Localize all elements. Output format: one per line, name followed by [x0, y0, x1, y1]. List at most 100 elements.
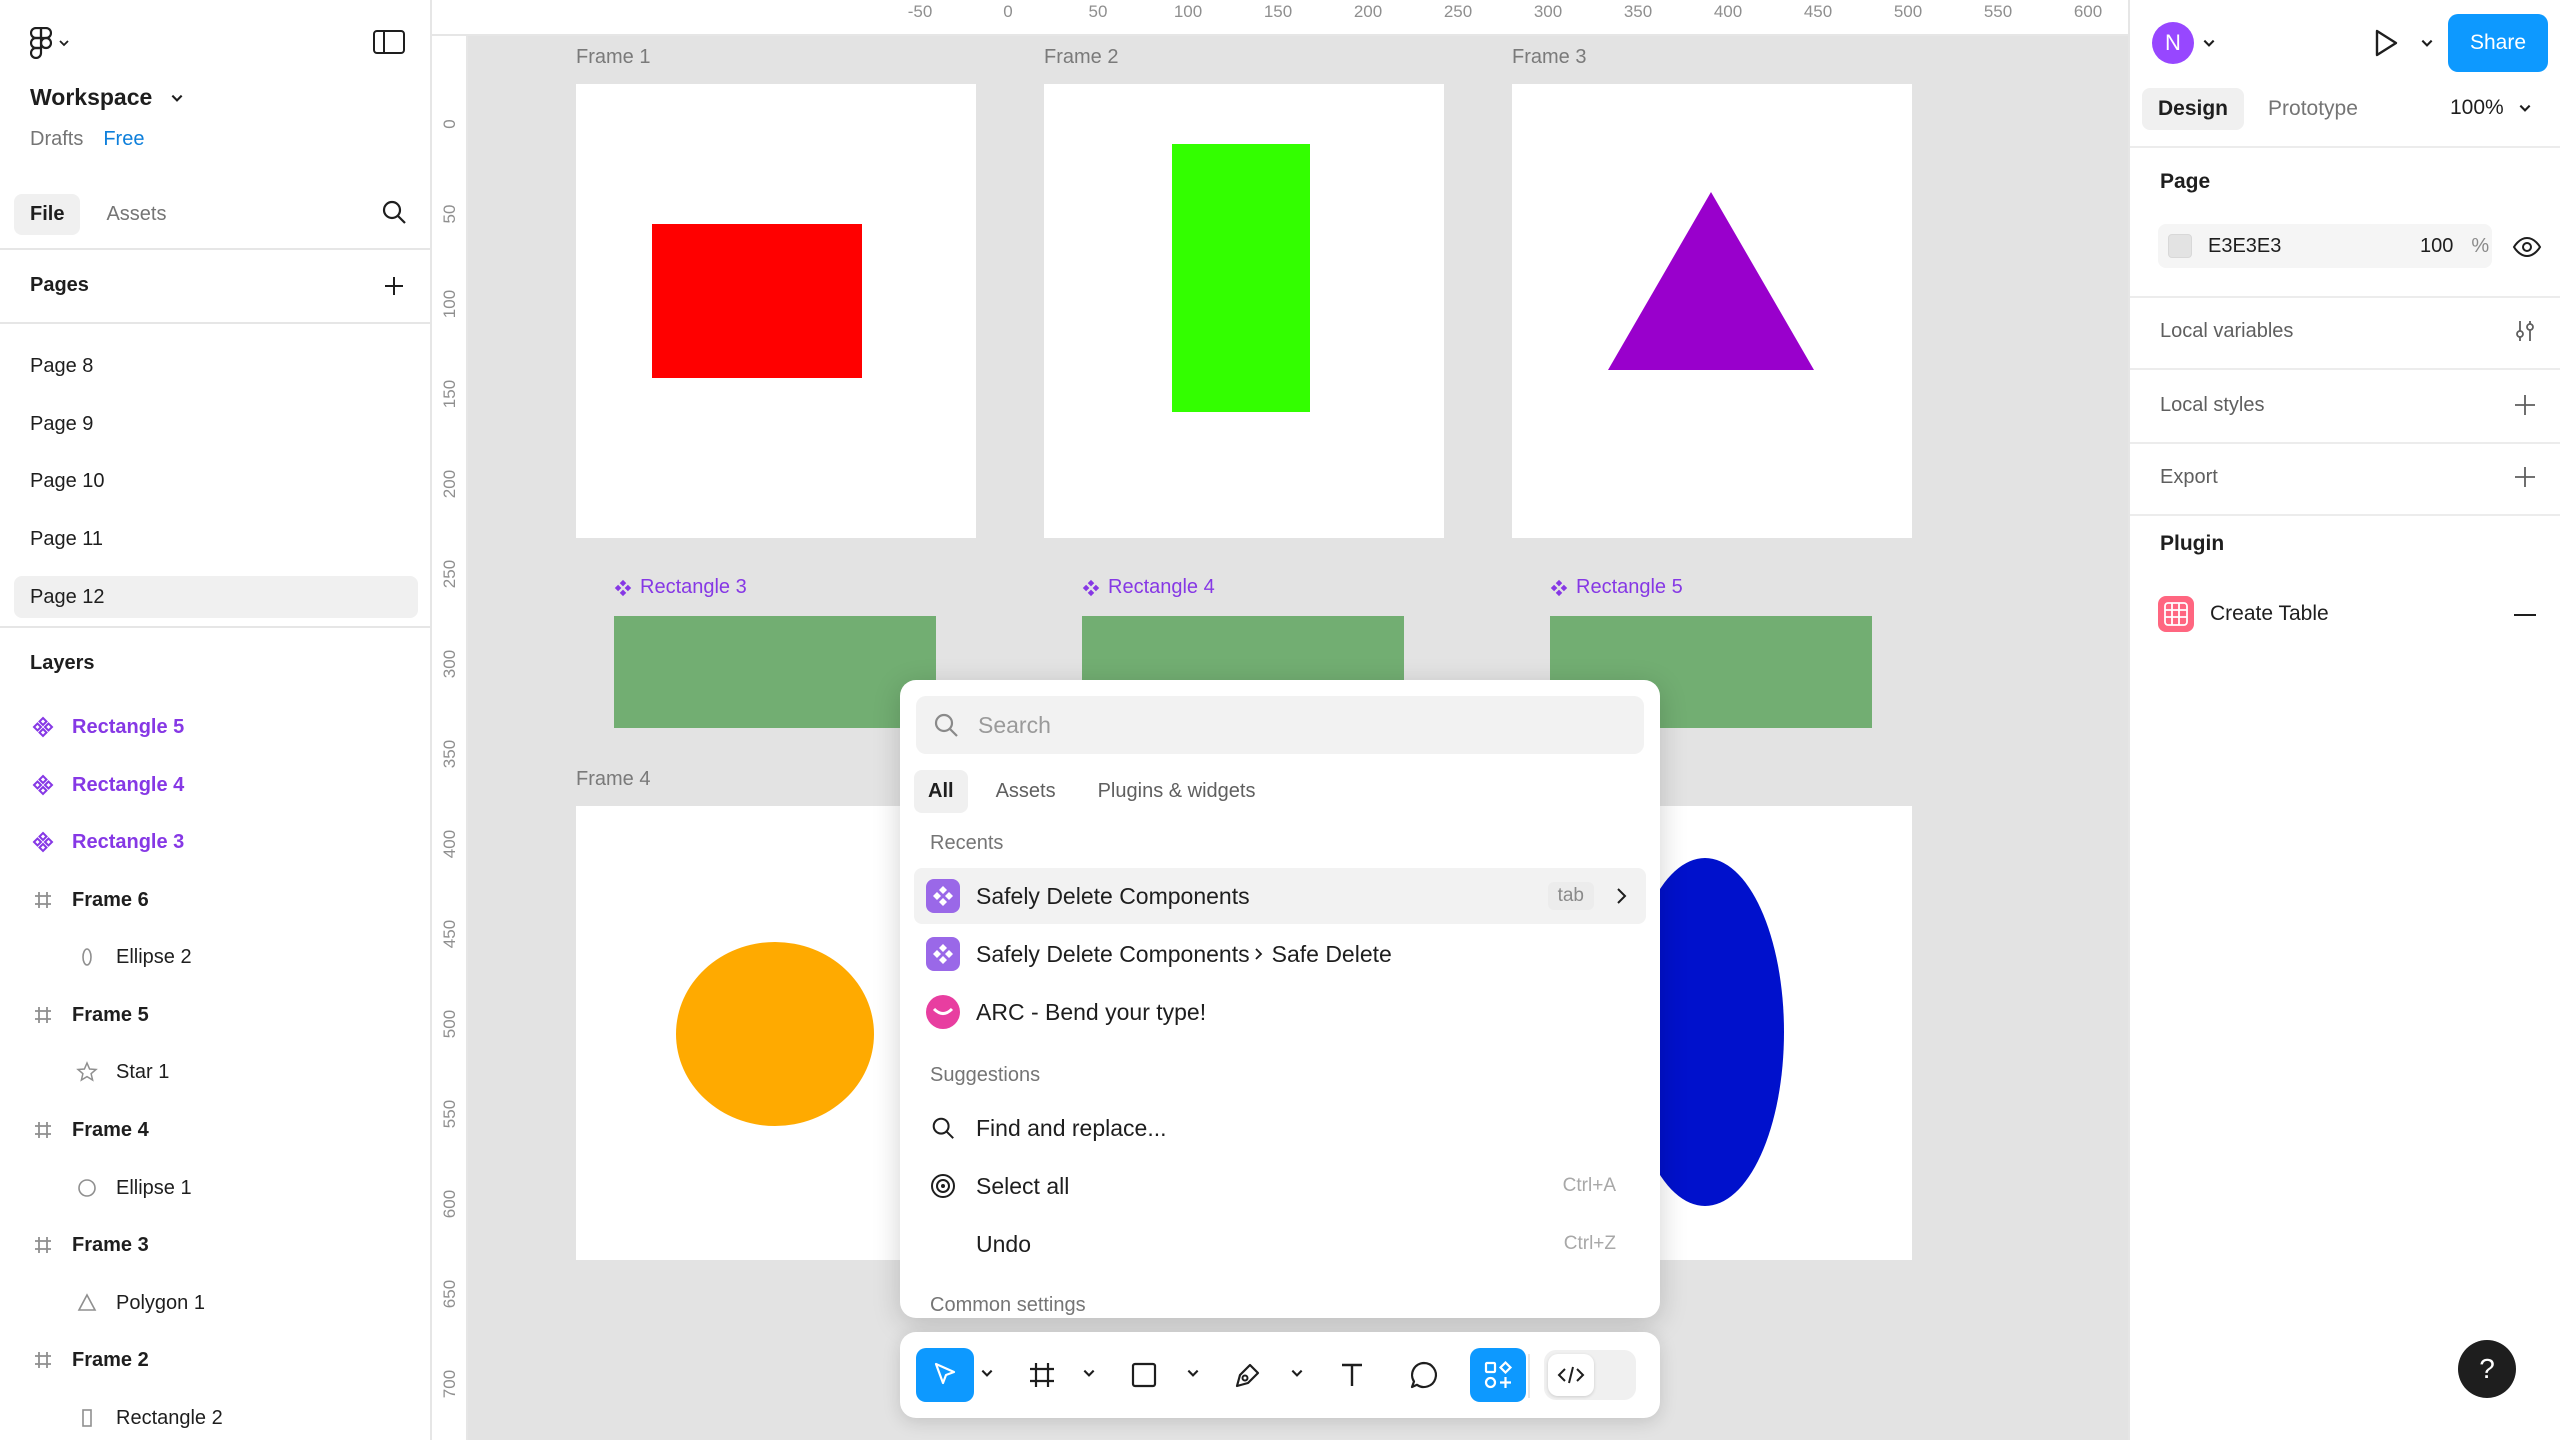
- layer-row[interactable]: Rectangle 3: [30, 822, 184, 862]
- drafts-link[interactable]: Drafts: [30, 128, 83, 151]
- chevron-down-icon[interactable]: [1082, 1366, 1096, 1380]
- layer-label: Rectangle 5: [72, 715, 185, 738]
- add-page-icon[interactable]: [382, 274, 406, 298]
- chevron-down-icon[interactable]: [2202, 36, 2216, 50]
- move-tool-button[interactable]: [916, 1348, 974, 1402]
- ruler-vertical: 0 50 100 150 200 250 300 350 400 450 500…: [432, 36, 468, 1440]
- purple-polygon[interactable]: [1608, 192, 1814, 372]
- frame-label[interactable]: Frame 3: [1512, 46, 1586, 69]
- suggestion-item[interactable]: Select all Ctrl+A: [914, 1158, 1646, 1214]
- pen-tool-button[interactable]: [1224, 1348, 1272, 1402]
- component-icon: [1082, 579, 1100, 596]
- page-heading: Page: [2160, 170, 2211, 193]
- add-export-icon[interactable]: [2512, 464, 2538, 490]
- layer-row[interactable]: Star 1: [74, 1052, 169, 1092]
- layer-row[interactable]: Rectangle 4: [30, 765, 184, 805]
- recent-item-sublabel: Safe Delete: [1271, 940, 1392, 967]
- share-button[interactable]: Share: [2448, 14, 2548, 72]
- recent-item[interactable]: Safely Delete Components tab: [914, 868, 1646, 924]
- layer-row[interactable]: Polygon 1: [74, 1283, 205, 1323]
- component-rectangle-3[interactable]: [614, 616, 936, 728]
- layer-row[interactable]: Ellipse 2: [74, 937, 192, 977]
- page-item[interactable]: Page 11: [14, 518, 418, 560]
- layer-row[interactable]: Frame 4: [30, 1110, 149, 1150]
- tab-design[interactable]: Design: [2142, 88, 2245, 130]
- ruler-tick: 50: [1088, 2, 1108, 21]
- ruler-tick: 550: [440, 1099, 459, 1129]
- ruler-tick: 500: [1893, 2, 1923, 21]
- plugin-row[interactable]: Create Table: [2158, 596, 2329, 632]
- suggestion-item[interactable]: Find and replace...: [914, 1100, 1646, 1156]
- tab-plugins-widgets[interactable]: Plugins & widgets: [1084, 770, 1270, 813]
- quick-actions-search[interactable]: [916, 696, 1644, 754]
- export-row[interactable]: Export: [2160, 466, 2218, 489]
- suggestion-item[interactable]: Undo Ctrl+Z: [914, 1216, 1646, 1272]
- frame-label[interactable]: Frame 1: [576, 46, 650, 69]
- layer-row[interactable]: Rectangle 5: [30, 707, 184, 747]
- layer-row[interactable]: Frame 5: [30, 995, 149, 1035]
- plan-badge[interactable]: Free: [103, 128, 144, 151]
- page-color-hex[interactable]: E3E3E3: [2208, 235, 2408, 258]
- red-rectangle[interactable]: [652, 224, 862, 378]
- blank-icon: [926, 1227, 960, 1261]
- collapse-plugin-icon[interactable]: [2514, 614, 2536, 616]
- green-rectangle[interactable]: [1172, 144, 1310, 412]
- ruler-tick: 0: [1003, 2, 1013, 21]
- actions-button[interactable]: [1470, 1348, 1526, 1402]
- chevron-down-icon[interactable]: [1290, 1366, 1304, 1380]
- tab-all[interactable]: All: [914, 770, 968, 813]
- color-swatch[interactable]: [2168, 234, 2192, 258]
- avatar[interactable]: N: [2152, 22, 2194, 64]
- layer-row[interactable]: Frame 2: [30, 1340, 149, 1380]
- page-item[interactable]: Page 8: [14, 345, 418, 387]
- add-style-icon[interactable]: [2512, 392, 2538, 418]
- component-label[interactable]: Rectangle 3: [614, 576, 747, 599]
- play-icon[interactable]: [2368, 26, 2402, 60]
- chevron-down-icon[interactable]: [2420, 36, 2434, 50]
- frame-2[interactable]: [1044, 84, 1444, 538]
- local-styles-row[interactable]: Local styles: [2160, 394, 2265, 417]
- sidebar-toggle-icon[interactable]: [372, 28, 406, 56]
- page-opacity[interactable]: 100: [2420, 235, 2453, 258]
- tab-file[interactable]: File: [14, 194, 81, 235]
- frame-label[interactable]: Frame 2: [1044, 46, 1118, 69]
- chevron-down-icon[interactable]: [1186, 1366, 1200, 1380]
- chevron-down-icon[interactable]: [980, 1366, 994, 1380]
- frame-label[interactable]: Frame 4: [576, 768, 650, 791]
- frame-1[interactable]: [576, 84, 976, 538]
- workspace-title[interactable]: Workspace: [30, 84, 184, 111]
- text-tool-button[interactable]: [1328, 1348, 1376, 1402]
- page-item-selected[interactable]: Page 12: [14, 576, 418, 618]
- page-item[interactable]: Page 9: [14, 403, 418, 445]
- layer-row[interactable]: Ellipse 1: [74, 1168, 192, 1208]
- page-item[interactable]: Page 10: [14, 460, 418, 502]
- search-icon[interactable]: [380, 198, 408, 226]
- comment-tool-button[interactable]: [1400, 1348, 1448, 1402]
- layer-row[interactable]: Frame 3: [30, 1225, 149, 1265]
- layer-row[interactable]: Frame 6: [30, 880, 149, 920]
- tab-assets[interactable]: Assets: [982, 770, 1070, 813]
- component-label[interactable]: Rectangle 5: [1550, 576, 1683, 599]
- page-color-field[interactable]: E3E3E3 100 %: [2158, 224, 2492, 268]
- frame-icon: [1030, 1363, 1054, 1387]
- tab-assets[interactable]: Assets: [90, 194, 182, 235]
- tab-prototype[interactable]: Prototype: [2252, 88, 2374, 130]
- frame-tool-button[interactable]: [1018, 1348, 1066, 1402]
- dev-mode-toggle[interactable]: [1544, 1350, 1636, 1400]
- help-button[interactable]: ?: [2458, 1340, 2516, 1398]
- zoom-dropdown[interactable]: 100%: [2450, 96, 2532, 120]
- recent-item[interactable]: Safely Delete Components Safe Delete: [914, 926, 1646, 982]
- rectangle-tool-button[interactable]: [1120, 1348, 1168, 1402]
- plugin-icon: [926, 879, 960, 913]
- recent-item[interactable]: ARC - Bend your type!: [914, 984, 1646, 1040]
- pages-heading: Pages: [30, 274, 89, 296]
- search-input[interactable]: [978, 711, 1578, 739]
- layer-row[interactable]: Rectangle 2: [74, 1398, 223, 1438]
- eye-icon[interactable]: [2512, 232, 2542, 262]
- component-label[interactable]: Rectangle 4: [1082, 576, 1215, 599]
- frame-3[interactable]: [1512, 84, 1912, 538]
- orange-ellipse[interactable]: [676, 942, 874, 1126]
- sliders-icon[interactable]: [2512, 318, 2538, 344]
- main-menu-button[interactable]: [30, 26, 80, 60]
- local-variables-row[interactable]: Local variables: [2160, 320, 2293, 343]
